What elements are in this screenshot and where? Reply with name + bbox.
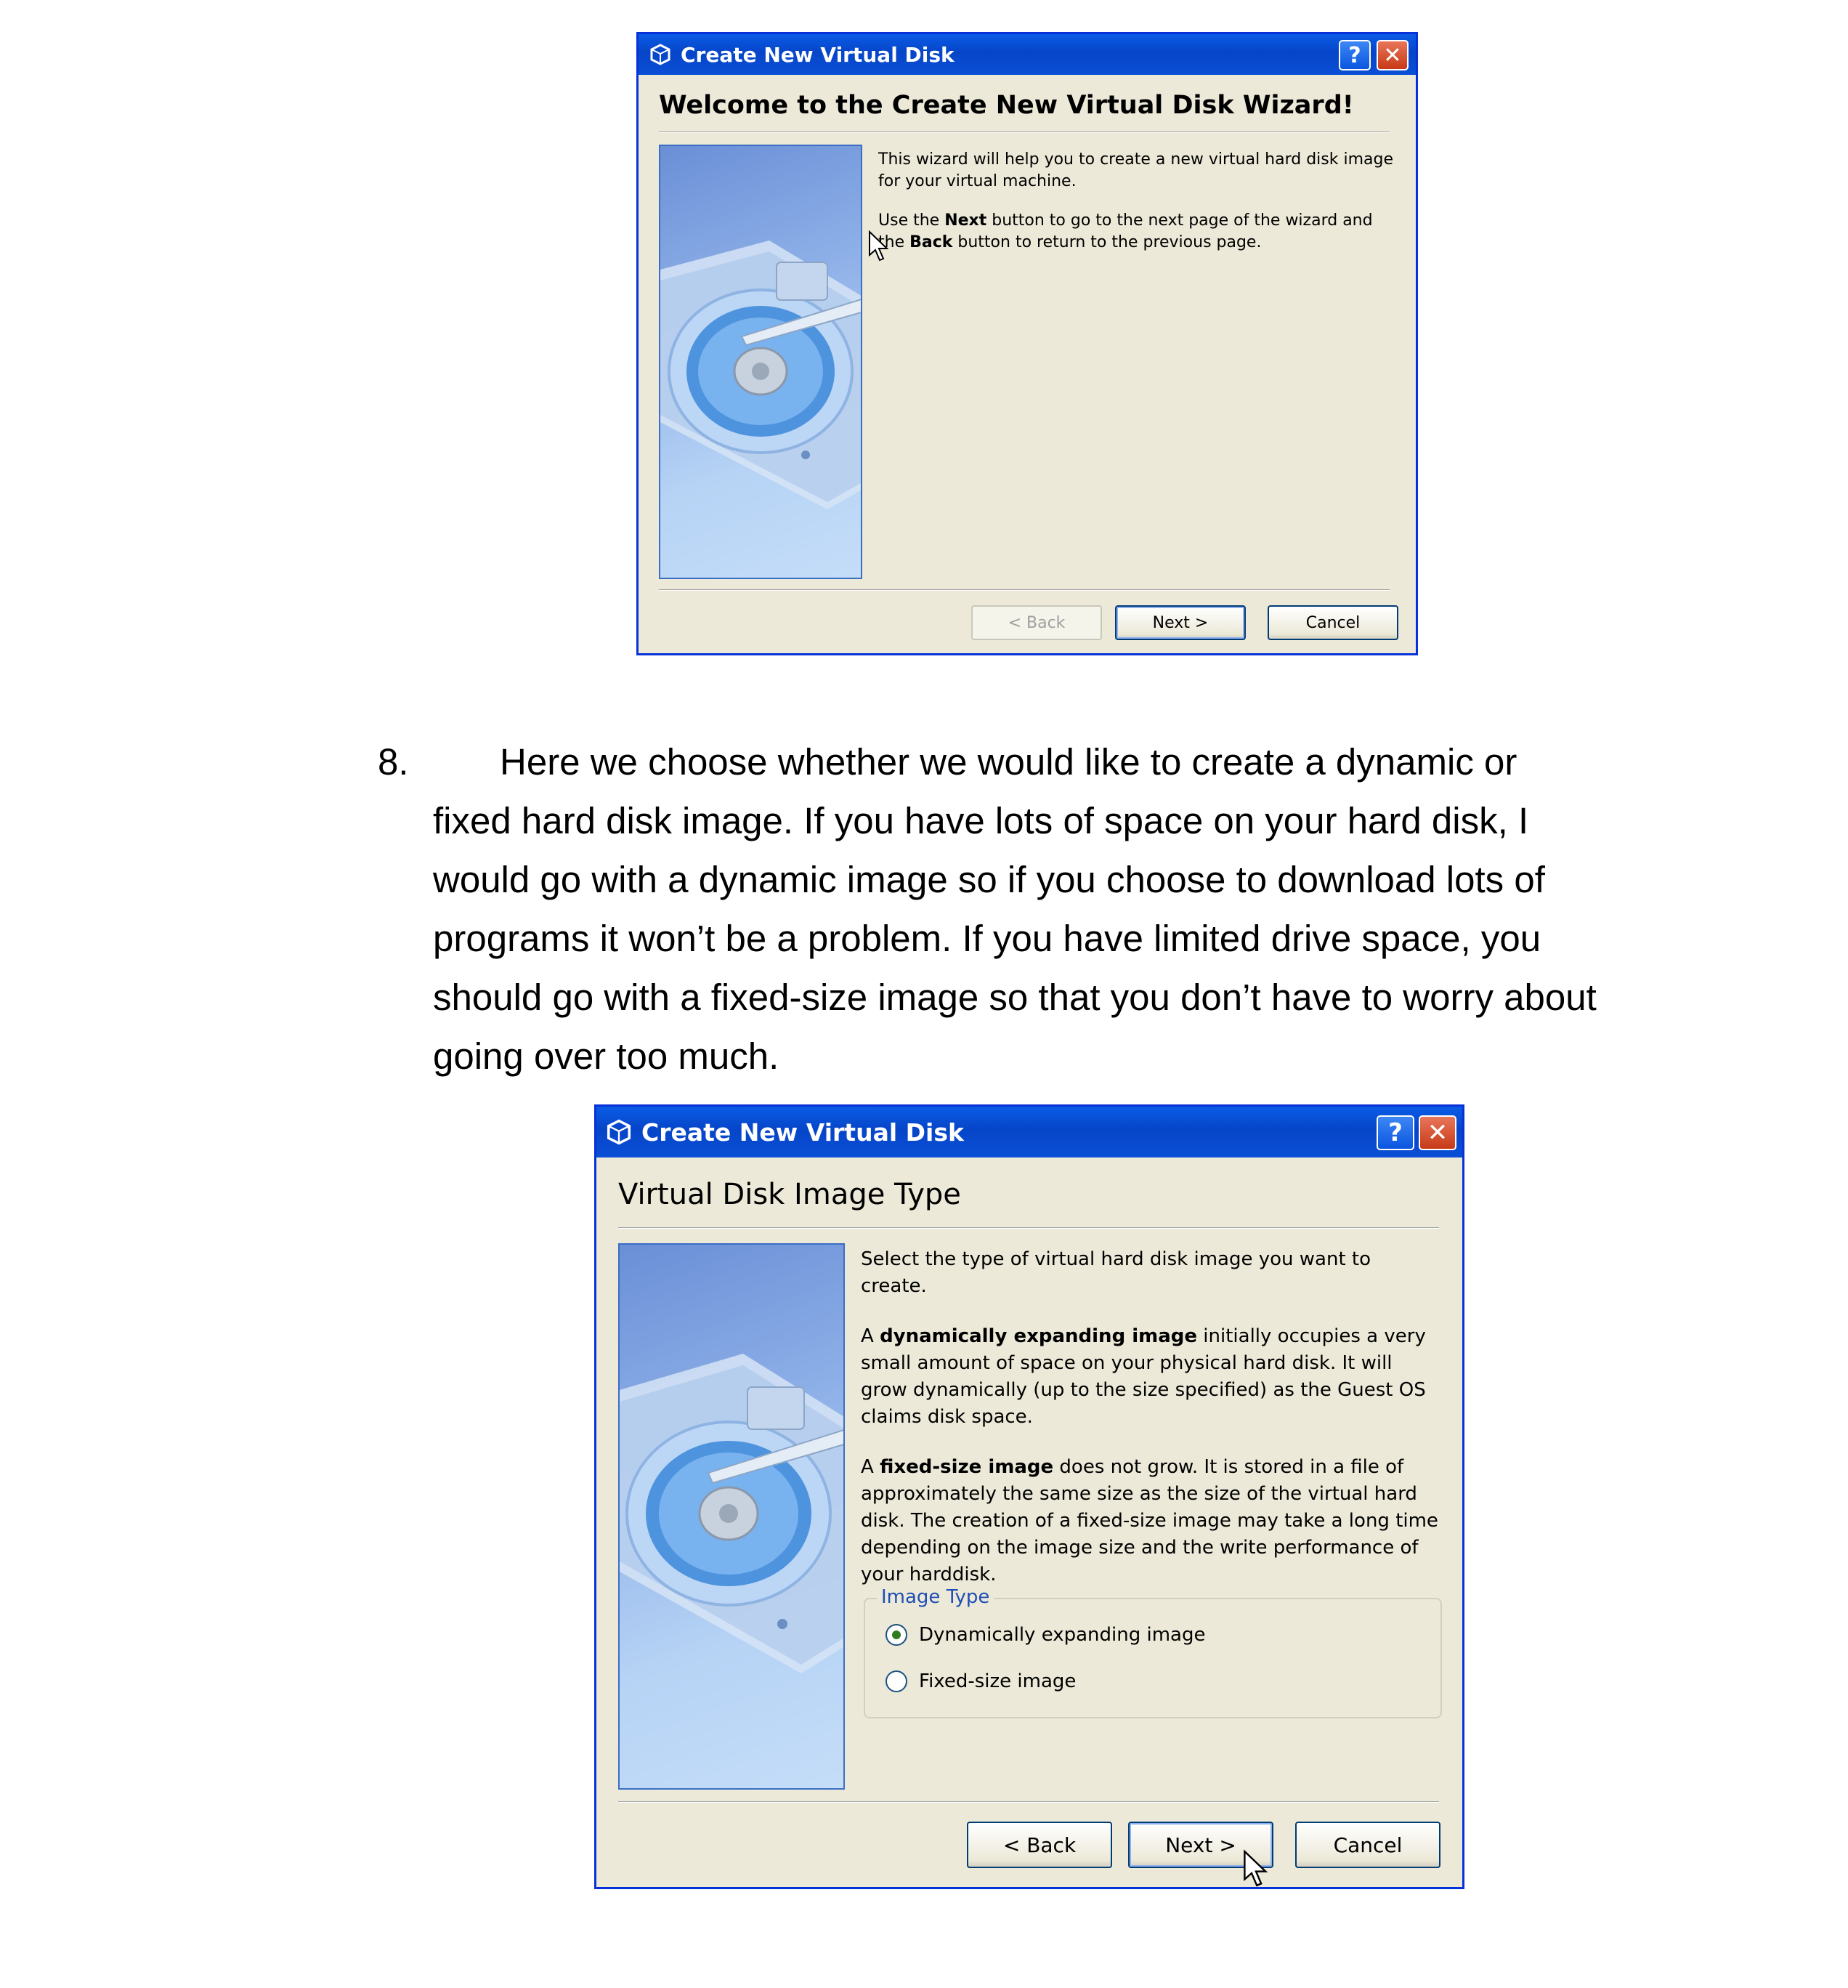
virtualbox-icon <box>649 43 672 69</box>
image-type-group-label: Image Type <box>877 1586 994 1608</box>
help-icon: ? <box>1348 42 1361 68</box>
footer-divider <box>618 1801 1439 1803</box>
close-button[interactable]: ✕ <box>1377 40 1409 70</box>
image-type-dialog: Create New Virtual Disk ? ✕ Virtual Disk… <box>594 1104 1464 1889</box>
mouse-cursor-icon <box>869 230 889 262</box>
step-text: Here we choose whether we would like to … <box>433 741 1597 1077</box>
cancel-button-label: Cancel <box>1333 1833 1403 1857</box>
cancel-button-label: Cancel <box>1305 613 1361 632</box>
cancel-button[interactable]: Cancel <box>1295 1822 1440 1868</box>
image-type-description: Select the type of virtual hard disk ima… <box>861 1246 1442 1588</box>
close-button[interactable]: ✕ <box>1419 1115 1456 1150</box>
nav-text-1: Use the <box>878 211 945 230</box>
dynamic-text-1: A <box>861 1325 880 1347</box>
help-icon: ? <box>1388 1118 1403 1147</box>
footer-divider <box>659 589 1390 591</box>
nav-next-word: Next <box>944 211 987 230</box>
instruction-step: 8. Here we choose whether we would like … <box>378 732 1613 1086</box>
header-divider <box>659 132 1390 133</box>
title-bar[interactable]: Create New Virtual Disk ? ✕ <box>639 34 1416 75</box>
close-icon: ✕ <box>1427 1118 1448 1147</box>
back-button-label: < Back <box>1008 613 1066 632</box>
intro-paragraph: This wizard will help you to create a ne… <box>878 150 1394 190</box>
nav-back-word: Back <box>909 233 953 251</box>
mouse-cursor-icon <box>1244 1849 1268 1887</box>
next-button[interactable]: Next > <box>1115 605 1246 640</box>
radio-fixed-button[interactable] <box>885 1670 907 1692</box>
window-title: Create New Virtual Disk <box>681 43 955 67</box>
page-title: Virtual Disk Image Type <box>618 1178 961 1211</box>
fixed-bold: fixed-size image <box>880 1456 1054 1478</box>
virtualbox-icon <box>605 1118 633 1149</box>
fixed-text-1: A <box>861 1456 880 1478</box>
header-divider <box>618 1227 1439 1229</box>
intro-paragraph: Select the type of virtual hard disk ima… <box>861 1248 1371 1297</box>
back-button-label: < Back <box>1002 1833 1077 1857</box>
back-button[interactable]: < Back <box>967 1822 1112 1868</box>
dynamic-paragraph: A dynamically expanding image initially … <box>861 1323 1442 1431</box>
radio-fixed-label: Fixed-size image <box>919 1670 1077 1692</box>
wizard-hard-disk-image <box>618 1243 845 1790</box>
welcome-dialog: Create New Virtual Disk ? ✕ Welcome to t… <box>636 32 1418 655</box>
navigation-paragraph: Use the Next button to go to the next pa… <box>878 210 1401 254</box>
cancel-button[interactable]: Cancel <box>1268 605 1398 640</box>
radio-dynamic-label: Dynamically expanding image <box>919 1624 1206 1646</box>
close-icon: ✕ <box>1383 42 1402 68</box>
nav-text-3: button to return to the previous page. <box>952 233 1262 251</box>
next-button-label: Next > <box>1152 613 1209 632</box>
window-title: Create New Virtual Disk <box>641 1118 964 1147</box>
title-bar[interactable]: Create New Virtual Disk ? ✕ <box>596 1107 1462 1157</box>
dynamic-bold: dynamically expanding image <box>880 1325 1198 1347</box>
next-button-label: Next > <box>1165 1833 1236 1857</box>
wizard-description: This wizard will help you to create a ne… <box>878 149 1401 254</box>
wizard-hard-disk-image <box>659 145 862 579</box>
radio-dynamic[interactable]: Dynamically expanding image <box>885 1624 1206 1646</box>
help-button[interactable]: ? <box>1339 40 1371 70</box>
page-title: Welcome to the Create New Virtual Disk W… <box>659 91 1354 120</box>
image-type-group <box>864 1598 1442 1718</box>
back-button[interactable]: < Back <box>971 605 1102 640</box>
radio-dynamic-button[interactable] <box>885 1624 907 1646</box>
help-button[interactable]: ? <box>1377 1115 1414 1150</box>
radio-fixed[interactable]: Fixed-size image <box>885 1670 1076 1692</box>
fixed-paragraph: A fixed-size image does not grow. It is … <box>861 1454 1442 1588</box>
